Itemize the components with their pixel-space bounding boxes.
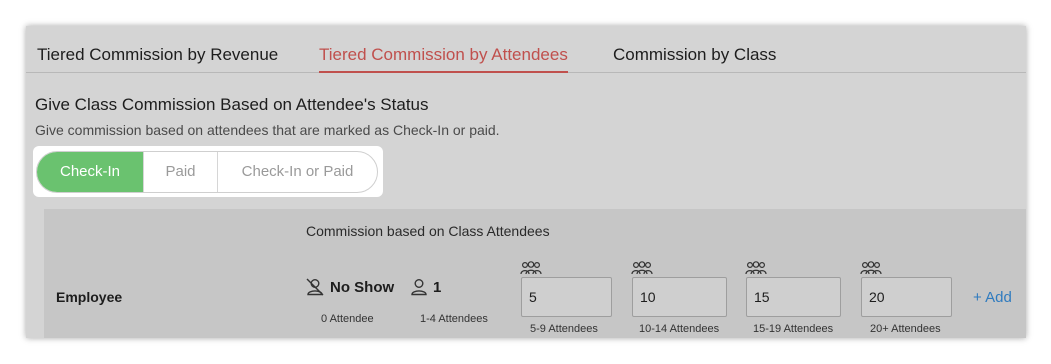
single-attendee-sub: 1-4 Attendees bbox=[420, 313, 488, 325]
no-show-sub: 0 Attendee bbox=[321, 313, 374, 325]
tier-20-plus-input[interactable]: 20 bbox=[861, 277, 952, 317]
commission-panel: Commission based on Class Attendees Empl… bbox=[44, 209, 1026, 338]
status-toggle-highlight: Check-In Paid Check-In or Paid bbox=[33, 146, 383, 197]
commission-tabs: Tiered Commission by Revenue Tiered Comm… bbox=[26, 26, 1026, 73]
tier-15-19-sub: 15-19 Attendees bbox=[753, 323, 834, 335]
employee-label: Employee bbox=[56, 289, 123, 305]
tier-20-plus-sub: 20+ Attendees bbox=[870, 323, 941, 335]
tier-10-14-sub: 10-14 Attendees bbox=[639, 323, 720, 335]
commission-settings-card: Tiered Commission by Revenue Tiered Comm… bbox=[26, 26, 1026, 338]
single-attendee-label: 1 bbox=[433, 279, 442, 296]
section-title: Give Class Commission Based on Attendee'… bbox=[35, 95, 429, 114]
toggle-check-in[interactable]: Check-In bbox=[37, 152, 144, 192]
user-slash-icon bbox=[305, 278, 325, 301]
tier-15-19-input[interactable]: 15 bbox=[746, 277, 841, 317]
user-icon bbox=[410, 278, 428, 301]
tier-5-9-sub: 5-9 Attendees bbox=[530, 323, 598, 335]
tab-commission-by-revenue[interactable]: Tiered Commission by Revenue bbox=[37, 45, 278, 71]
toggle-paid[interactable]: Paid bbox=[144, 152, 218, 192]
tier-5-9-input[interactable]: 5 bbox=[521, 277, 612, 317]
tier-10-14-input[interactable]: 10 bbox=[632, 277, 727, 317]
no-show-label: No Show bbox=[330, 279, 395, 296]
add-tier-button[interactable]: + Add bbox=[973, 289, 1012, 306]
section-description: Give commission based on attendees that … bbox=[35, 122, 500, 138]
panel-title: Commission based on Class Attendees bbox=[306, 223, 550, 239]
status-toggle: Check-In Paid Check-In or Paid bbox=[36, 151, 378, 193]
tab-commission-by-class[interactable]: Commission by Class bbox=[613, 45, 776, 71]
tab-commission-by-attendees[interactable]: Tiered Commission by Attendees bbox=[319, 45, 568, 73]
toggle-check-in-or-paid[interactable]: Check-In or Paid bbox=[218, 152, 377, 192]
